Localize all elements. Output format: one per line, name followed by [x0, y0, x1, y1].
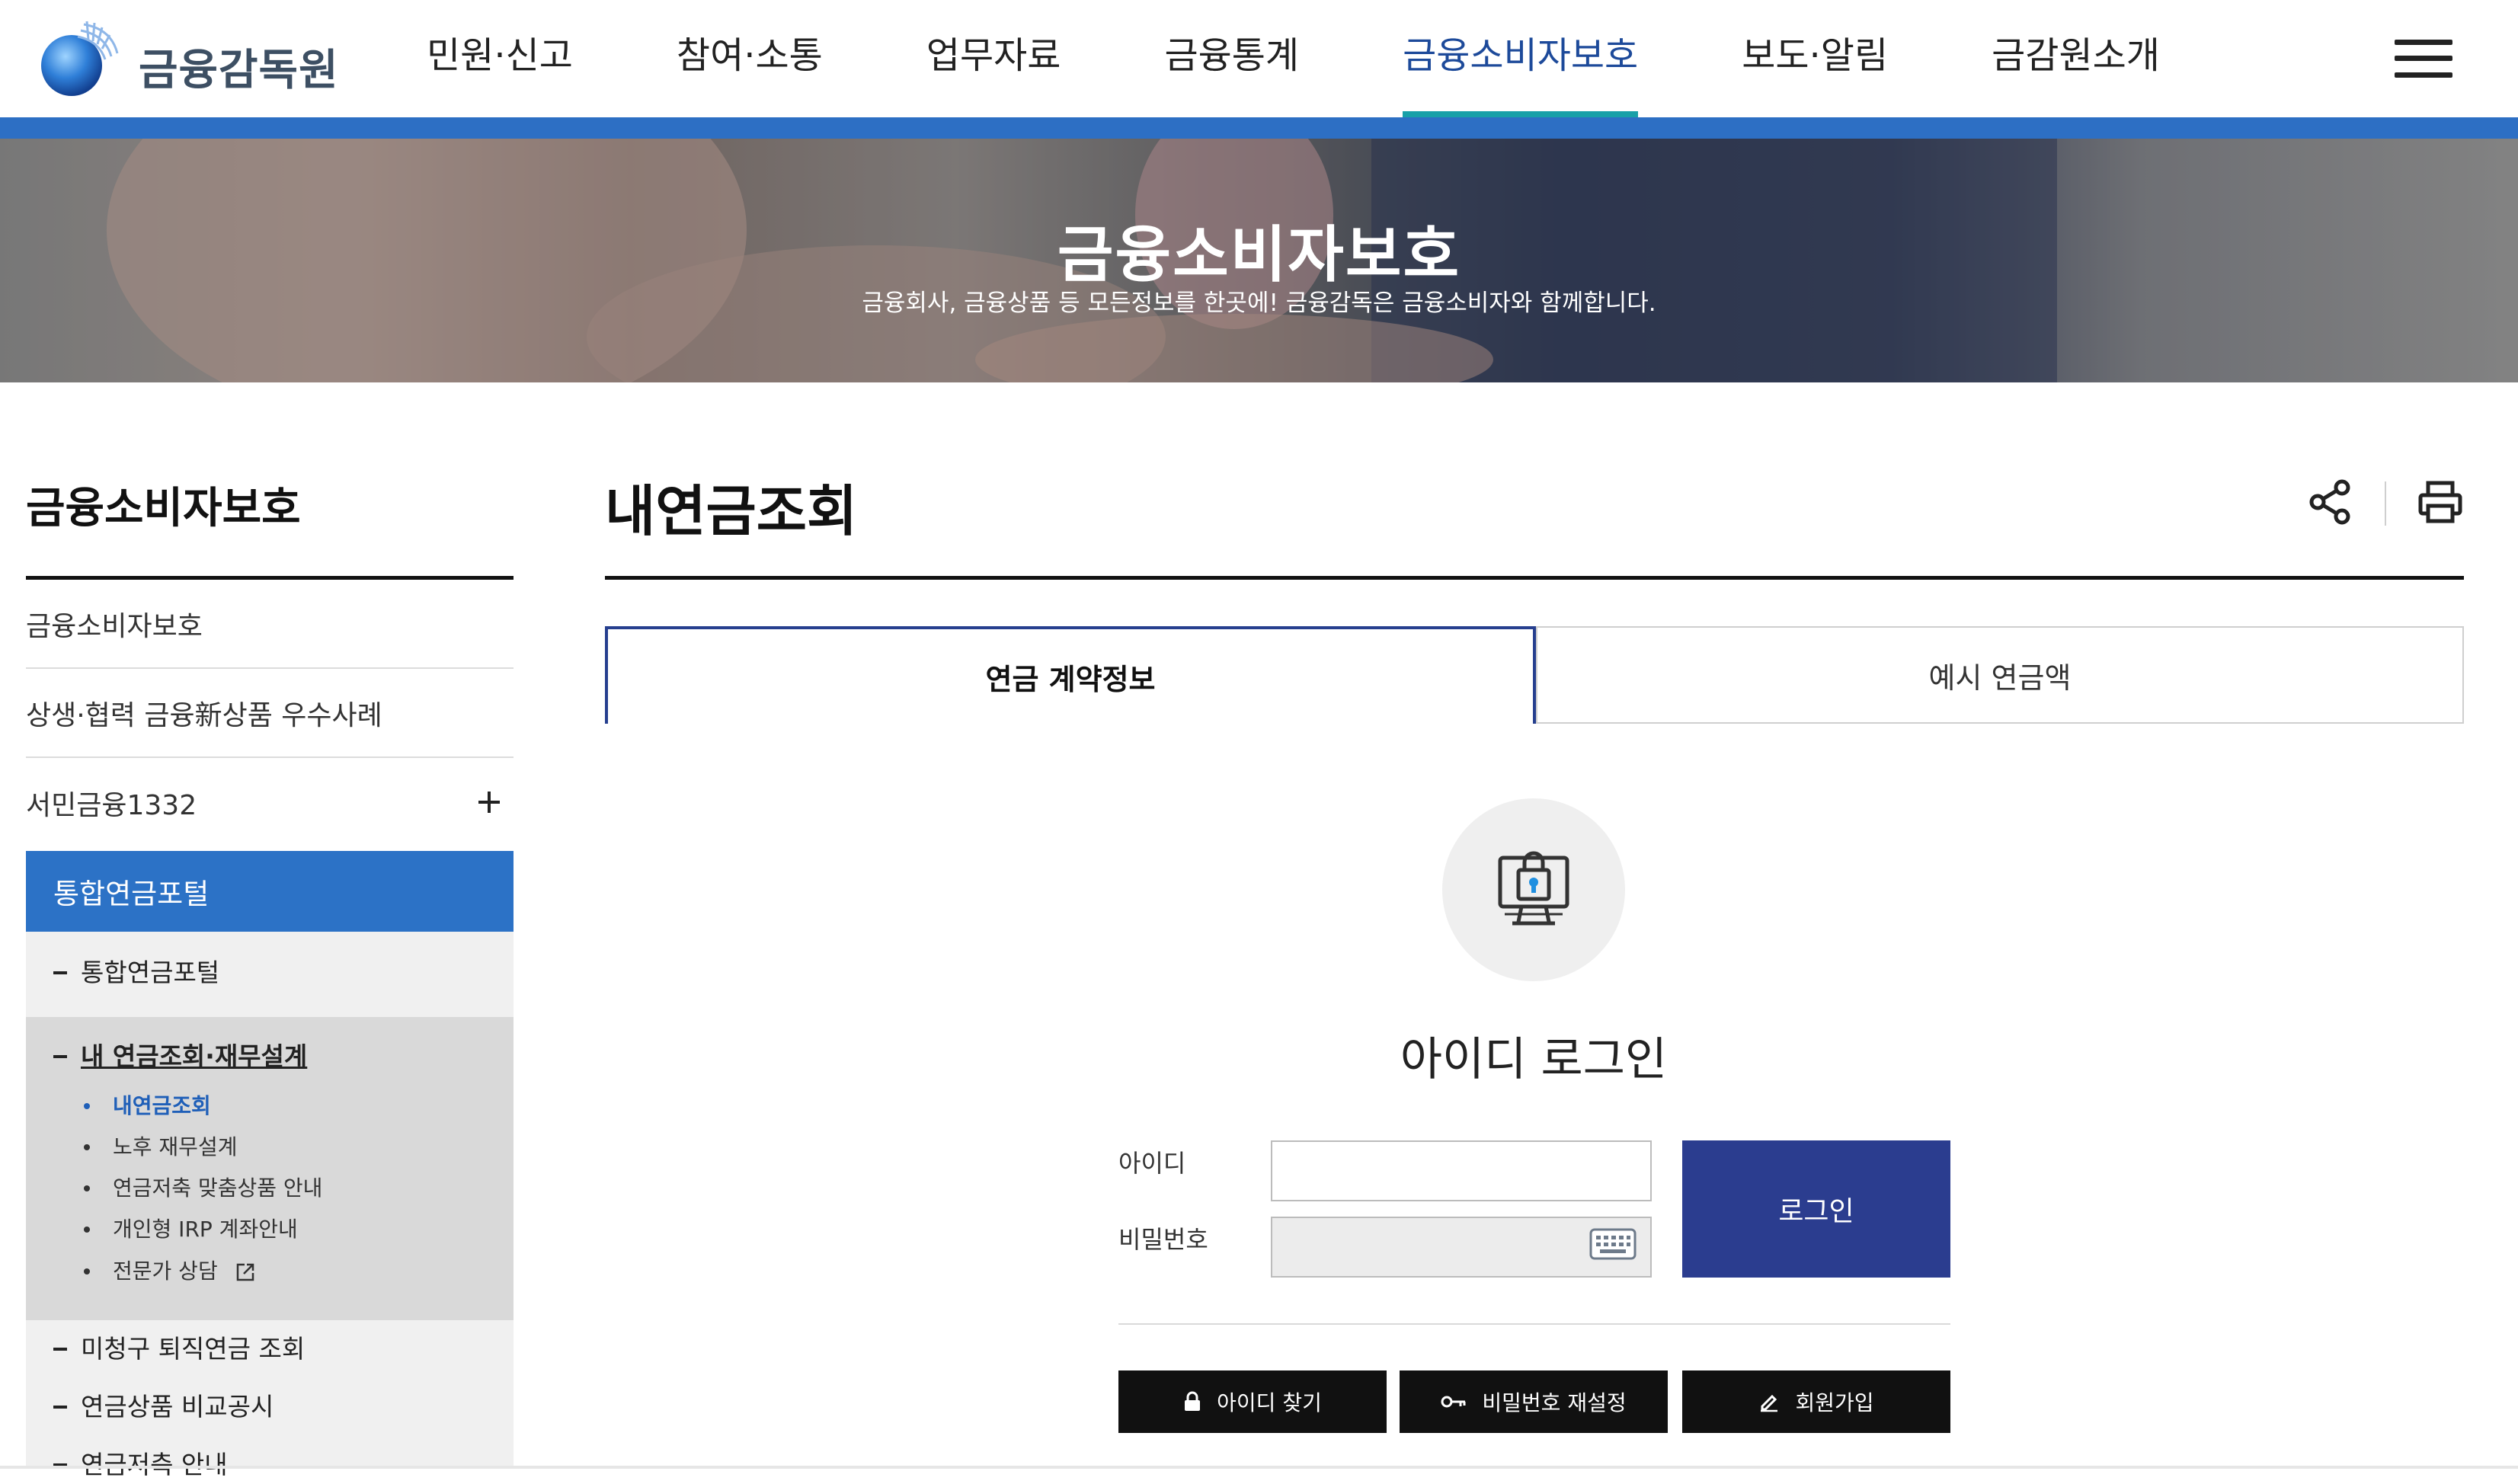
signup-button[interactable]: 회원가입 [1682, 1370, 1950, 1433]
tab-sample-amount[interactable]: 예시 연금액 [1536, 626, 2464, 724]
sidebar-item-label: 서민금융1332 [26, 789, 197, 821]
banner-title: 금융소비자보호 [1057, 219, 1461, 290]
password-label: 비밀번호 [1118, 1225, 1208, 1254]
banner-subtitle: 금융회사, 금융상품 등 모든정보를 한곳에! 금융감독은 금융소비자와 함께합… [862, 289, 1656, 317]
secure-login-icon [1442, 798, 1625, 981]
sidebar-item-label: 상생·협력 금융新상품 우수사례 [26, 699, 382, 731]
tab-contract-info[interactable]: 연금 계약정보 [605, 626, 1536, 724]
sidebar-item-pension-portal[interactable]: 통합연금포털 [26, 851, 514, 932]
find-id-label: 아이디 찾기 [1217, 1390, 1322, 1415]
sidebar-item-label: 금융소비자보호 [26, 610, 203, 642]
sidebar-sub-item-unclaimed-pension[interactable]: 미청구 퇴직연금 조회 [26, 1330, 514, 1368]
sidebar-sub-item-pension-portal[interactable]: 통합연금포털 [26, 954, 514, 992]
sidebar-link-my-pension-lookup[interactable]: 내연금조회 [26, 1089, 514, 1123]
sidebar-item-consumer-protection[interactable]: 금융소비자보호 [26, 580, 514, 669]
logo-globe-icon [38, 18, 122, 99]
sidebar-sub-label: 미청구 퇴직연금 조회 [81, 1334, 306, 1364]
sidebar-sub-item-product-compare[interactable]: 연금상품 비교공시 [26, 1388, 514, 1426]
nav-item-statistics[interactable]: 금융통계 [1164, 0, 1299, 117]
title-divider [605, 576, 2464, 580]
id-label: 아이디 [1118, 1149, 1186, 1178]
site-header: 금융감독원 민원·신고 참여·소통 업무자료 금융통계 금융소비자보호 보도·알… [0, 0, 2518, 117]
sidebar-link-expert-consult[interactable]: 전문가 상담 [26, 1255, 514, 1288]
reset-password-button[interactable]: 비밀번호 재설정 [1400, 1370, 1668, 1433]
sidebar-title: 금융소비자보호 [26, 484, 301, 533]
sidebar-link-retirement-planning[interactable]: 노후 재무설계 [26, 1131, 514, 1164]
sidebar-link-savings-products[interactable]: 연금저축 맞춤상품 안내 [26, 1172, 514, 1205]
nav-item-resources[interactable]: 업무자료 [926, 0, 1061, 117]
login-title: 아이디 로그인 [1400, 1033, 1668, 1086]
print-icon[interactable] [2417, 478, 2464, 526]
find-id-button[interactable]: 아이디 찾기 [1118, 1370, 1387, 1433]
share-icon[interactable] [2308, 478, 2353, 526]
menu-hamburger-icon[interactable] [2395, 40, 2452, 78]
key-icon [1441, 1396, 1466, 1408]
logo-text: 금융감독원 [139, 45, 339, 95]
virtual-keyboard-icon[interactable] [1589, 1228, 1637, 1260]
sidebar-item-1332[interactable]: 서민금융1332 [26, 758, 514, 847]
viewport-bottom-edge [0, 1466, 2518, 1469]
sidebar-link-label: 전문가 상담 [113, 1259, 218, 1284]
login-button[interactable]: 로그인 [1682, 1140, 1950, 1278]
nav-item-about[interactable]: 금감원소개 [1992, 0, 2160, 117]
sidebar-sub-item-savings-guide[interactable]: 연금저축 안내 [26, 1446, 514, 1484]
id-input[interactable] [1271, 1140, 1652, 1201]
lock-icon [1185, 1391, 1201, 1411]
sidebar-sub-label: 통합연금포털 [81, 958, 220, 987]
toolbar-divider [2385, 481, 2386, 526]
page-title: 내연금조회 [605, 479, 858, 543]
pencil-icon [1761, 1394, 1778, 1412]
signup-label: 회원가입 [1795, 1390, 1874, 1415]
sidebar-sub-label: 내 연금조회·재무설계 [81, 1041, 308, 1071]
site-logo[interactable]: 금융감독원 [38, 18, 339, 99]
hero-banner: 금융소비자보호 금융회사, 금융상품 등 모든정보를 한곳에! 금융감독은 금융… [0, 139, 2518, 382]
sidebar-item-new-products[interactable]: 상생·협력 금융新상품 우수사례 [26, 669, 514, 758]
expand-plus-icon[interactable] [478, 792, 500, 813]
form-divider [1118, 1323, 1950, 1325]
sidebar-sub-label: 연금상품 비교공시 [81, 1392, 274, 1422]
header-blue-bar [0, 117, 2518, 139]
nav-item-press[interactable]: 보도·알림 [1742, 0, 1888, 117]
sidebar-sub-item-my-pension[interactable]: 내 연금조회·재무설계 [26, 1038, 514, 1076]
global-nav: 민원·신고 참여·소통 업무자료 금융통계 금융소비자보호 보도·알림 금감원소… [427, 0, 2264, 117]
reset-password-label: 비밀번호 재설정 [1482, 1390, 1627, 1415]
sidebar-sub-label: 연금저축 안내 [81, 1450, 228, 1479]
external-link-icon [236, 1263, 254, 1281]
nav-item-complaints[interactable]: 민원·신고 [427, 0, 573, 117]
nav-item-participation[interactable]: 참여·소통 [677, 0, 823, 117]
nav-item-consumer-protection[interactable]: 금융소비자보호 [1403, 0, 1639, 117]
sidebar-link-irp-guide[interactable]: 개인형 IRP 계좌안내 [26, 1213, 514, 1246]
